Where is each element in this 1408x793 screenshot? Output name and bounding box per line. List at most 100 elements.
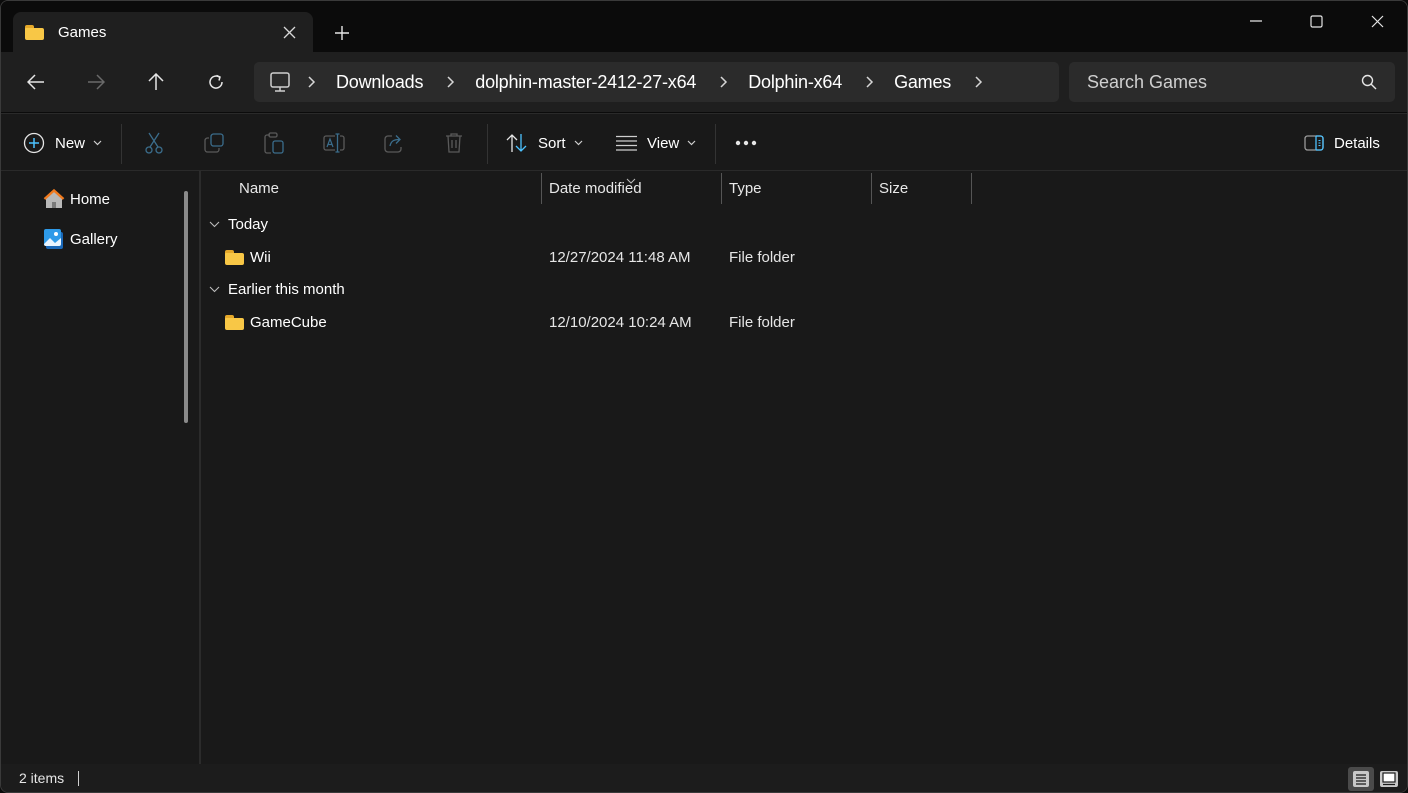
forward-arrow-icon	[88, 74, 105, 90]
delete-icon	[446, 133, 462, 153]
view-label: View	[647, 134, 680, 152]
forward-button[interactable]	[76, 66, 116, 98]
status-bar: 2 items	[1, 764, 1407, 792]
column-divider[interactable]	[971, 173, 972, 204]
tiles-view-icon	[1380, 771, 1398, 787]
cut-button[interactable]	[136, 127, 172, 159]
plus-icon	[335, 26, 349, 40]
up-arrow-icon	[148, 73, 164, 90]
more-options-button[interactable]	[728, 127, 764, 159]
item-name: Wii	[250, 248, 271, 266]
address-bar[interactable]: Downloads dolphin-master-2412-27-x64 Dol…	[254, 62, 1059, 102]
item-count: 2 items	[19, 770, 65, 786]
breadcrumb-chevron-icon[interactable]	[447, 76, 455, 88]
view-button[interactable]: View	[616, 125, 696, 161]
close-icon	[1371, 15, 1383, 27]
back-button[interactable]	[16, 66, 56, 98]
sidebar-scrollbar[interactable]	[184, 191, 188, 423]
file-list: Name Date modified Type Size Today Wii 1…	[201, 171, 1407, 764]
column-header-size[interactable]: Size	[879, 171, 908, 205]
separator	[121, 124, 122, 164]
refresh-icon	[209, 74, 223, 89]
search-icon[interactable]	[1349, 74, 1389, 90]
breadcrumb-dolphin-x64[interactable]: Dolphin-x64	[748, 72, 842, 93]
breadcrumb-dolphin-master[interactable]: dolphin-master-2412-27-x64	[475, 72, 696, 93]
navigation-bar: Downloads dolphin-master-2412-27-x64 Dol…	[1, 52, 1407, 112]
close-icon	[283, 26, 295, 38]
up-button[interactable]	[136, 66, 176, 98]
navigation-pane: Home Gallery	[1, 171, 199, 764]
sort-descending-icon	[626, 171, 636, 188]
plus-circle-icon	[23, 132, 45, 154]
chevron-down-icon	[574, 140, 583, 146]
rename-icon	[323, 133, 345, 153]
refresh-button[interactable]	[196, 66, 236, 98]
item-date-modified: 12/27/2024 11:48 AM	[549, 248, 691, 266]
tab-title: Games	[58, 23, 107, 41]
new-label: New	[55, 134, 86, 152]
column-header-type[interactable]: Type	[729, 171, 762, 205]
list-item[interactable]: Wii 12/27/2024 11:48 AM File folder	[201, 242, 971, 272]
paste-icon	[264, 132, 284, 154]
folder-icon	[225, 314, 244, 330]
details-pane-button[interactable]: Details	[1304, 125, 1380, 161]
paste-button[interactable]	[256, 127, 292, 159]
separator	[715, 124, 716, 164]
folder-icon	[225, 249, 244, 265]
list-item[interactable]: GameCube 12/10/2024 10:24 AM File folder	[201, 307, 971, 337]
command-bar: New Sort View Details	[1, 113, 1407, 171]
search-box[interactable]	[1069, 62, 1395, 102]
file-explorer-window: Games Downloads dolphin-master-2412-27-x…	[0, 0, 1408, 793]
breadcrumb-downloads[interactable]: Downloads	[336, 72, 423, 93]
new-tab-button[interactable]	[327, 18, 357, 48]
sort-label: Sort	[538, 134, 566, 152]
details-pane-icon	[1304, 135, 1324, 151]
folder-icon	[25, 24, 44, 40]
copy-button[interactable]	[196, 127, 232, 159]
back-arrow-icon	[27, 74, 44, 90]
group-label: Earlier this month	[228, 280, 345, 298]
home-icon	[43, 188, 65, 210]
breadcrumb-chevron-icon[interactable]	[720, 76, 728, 88]
chevron-down-icon[interactable]	[209, 221, 221, 228]
this-pc-icon[interactable]	[268, 70, 292, 94]
breadcrumb-chevron-icon[interactable]	[866, 76, 874, 88]
cut-icon	[145, 132, 163, 154]
sort-button[interactable]: Sort	[506, 125, 583, 161]
item-date-modified: 12/10/2024 10:24 AM	[549, 313, 692, 331]
details-label: Details	[1334, 134, 1380, 152]
column-divider[interactable]	[721, 173, 722, 204]
breadcrumb-chevron-icon[interactable]	[308, 76, 316, 88]
separator	[487, 124, 488, 164]
group-header-today[interactable]: Today	[209, 212, 268, 236]
details-view-button[interactable]	[1348, 767, 1374, 791]
title-bar: Games	[1, 1, 1407, 52]
close-tab-button[interactable]	[271, 17, 307, 47]
more-icon	[735, 140, 757, 146]
breadcrumb-chevron-icon[interactable]	[975, 76, 983, 88]
sort-icon	[506, 134, 527, 152]
column-divider[interactable]	[541, 173, 542, 204]
column-divider[interactable]	[871, 173, 872, 204]
share-button[interactable]	[376, 127, 412, 159]
share-icon	[384, 135, 402, 153]
close-window-button[interactable]	[1347, 1, 1407, 41]
maximize-button[interactable]	[1286, 1, 1346, 41]
chevron-down-icon[interactable]	[209, 286, 221, 293]
group-header-earlier-this-month[interactable]: Earlier this month	[209, 277, 345, 301]
tab-games[interactable]: Games	[13, 12, 313, 52]
delete-button[interactable]	[436, 127, 472, 159]
details-view-icon	[1353, 771, 1369, 787]
new-button[interactable]: New	[23, 125, 102, 161]
search-input[interactable]	[1087, 71, 1349, 93]
column-header-name[interactable]: Name	[239, 171, 279, 205]
sidebar-item-home[interactable]: Home	[43, 185, 110, 213]
minimize-button[interactable]	[1226, 1, 1286, 41]
sidebar-item-gallery[interactable]: Gallery	[43, 225, 118, 253]
sidebar-item-label: Gallery	[70, 230, 118, 248]
item-type: File folder	[729, 248, 795, 266]
large-icons-view-button[interactable]	[1376, 767, 1402, 791]
breadcrumb-games[interactable]: Games	[894, 72, 951, 93]
copy-icon	[204, 133, 224, 153]
rename-button[interactable]	[316, 127, 352, 159]
